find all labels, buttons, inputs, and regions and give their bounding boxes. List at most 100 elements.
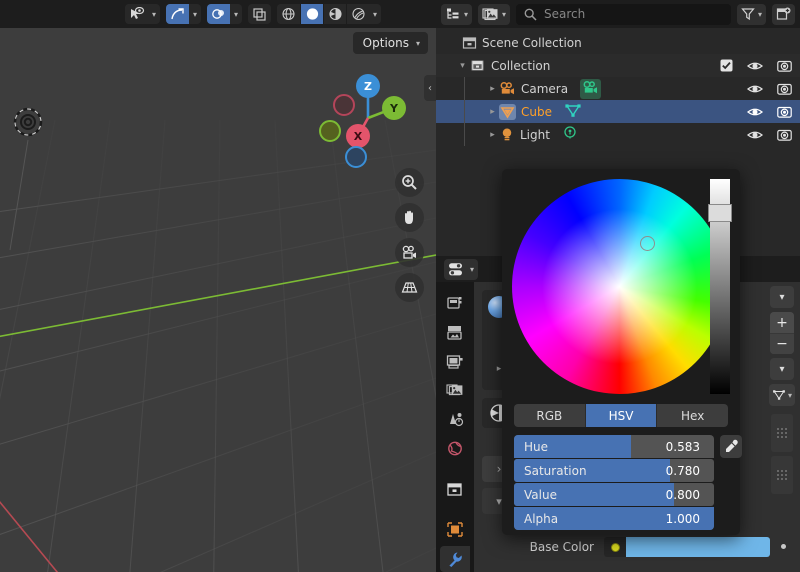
outliner-row-cube[interactable]: ▸ Cube bbox=[436, 100, 800, 123]
outliner-row-collection[interactable]: ▾ Collection bbox=[436, 54, 800, 77]
tab-hsv[interactable]: HSV bbox=[584, 404, 657, 427]
slider-hue[interactable]: Hue 0.583 bbox=[514, 435, 714, 458]
preview-expand-arrow-icon[interactable]: ▸ bbox=[497, 364, 502, 374]
viewport-header[interactable]: ▾ ▾ ▾ ▾ bbox=[0, 0, 436, 28]
color-mode-tabs[interactable]: RGB HSV Hex bbox=[514, 404, 728, 427]
proportional-circles-icon[interactable] bbox=[207, 4, 231, 24]
rendered-sphere-icon[interactable] bbox=[346, 4, 370, 24]
outliner-tree[interactable]: Scene Collection ▾ Collection ▸ Camera ▸… bbox=[436, 28, 800, 146]
xray-icon[interactable] bbox=[248, 4, 272, 24]
base-color-extra-dot[interactable] bbox=[781, 544, 786, 549]
eye-icon[interactable] bbox=[747, 60, 763, 72]
chevron-down-icon[interactable]: ▾ bbox=[230, 10, 242, 19]
base-color-swatch[interactable] bbox=[626, 537, 770, 557]
tab-render[interactable] bbox=[440, 319, 470, 345]
outliner-row-camera[interactable]: ▸ Camera bbox=[436, 77, 800, 100]
browse-mesh-data[interactable]: ▾ bbox=[769, 384, 795, 406]
slot-specials-top[interactable]: ▾ bbox=[770, 286, 794, 308]
outliner-row-toggles[interactable] bbox=[747, 82, 792, 96]
hand-pan-icon[interactable] bbox=[395, 203, 424, 232]
camera-render-icon[interactable] bbox=[777, 105, 792, 119]
options-button[interactable]: Options ▾ bbox=[352, 32, 428, 54]
gizmo-axis-z[interactable]: Z bbox=[356, 74, 380, 98]
tab-scene[interactable] bbox=[440, 407, 470, 433]
outliner-display-mode[interactable]: ▾ bbox=[441, 3, 473, 25]
color-picker-popup[interactable]: RGB HSV Hex Hue 0.583 Saturation 0.780 V… bbox=[502, 169, 742, 535]
outliner-row-toggles[interactable] bbox=[747, 105, 792, 119]
remove-slot-button[interactable]: − bbox=[770, 333, 794, 354]
value-slider-handle[interactable] bbox=[708, 204, 732, 222]
gizmo-axis-x[interactable]: X bbox=[346, 124, 370, 148]
camera-data-icon[interactable] bbox=[580, 78, 602, 99]
material-preview-icon[interactable] bbox=[323, 4, 347, 24]
visibility-group[interactable]: ▾ bbox=[125, 4, 161, 24]
slot-add-remove[interactable]: + − bbox=[770, 312, 794, 354]
color-wheel[interactable] bbox=[512, 179, 727, 394]
material-slot-controls[interactable]: ▾ + − ▾ ▾ bbox=[768, 286, 796, 494]
outliner-row-light[interactable]: ▸ Light bbox=[436, 123, 800, 146]
disclosure-closed-icon[interactable]: ▸ bbox=[486, 84, 499, 94]
drag-grip-upper[interactable] bbox=[771, 414, 793, 452]
navigation-gizmo[interactable]: Z Y X bbox=[319, 66, 414, 168]
tab-modifier[interactable] bbox=[440, 545, 470, 572]
chevron-down-icon[interactable]: ▾ bbox=[148, 10, 160, 19]
disclosure-closed-icon[interactable]: ▸ bbox=[486, 107, 499, 117]
color-wheel-gradient[interactable] bbox=[512, 179, 727, 394]
gizmo-axis-neg-y[interactable] bbox=[319, 120, 341, 142]
snap-group[interactable]: ▾ bbox=[166, 4, 202, 24]
gizmo-axis-y[interactable]: Y bbox=[382, 96, 406, 120]
eyedropper-button[interactable] bbox=[720, 435, 742, 458]
tab-world[interactable] bbox=[440, 436, 470, 462]
wireframe-globe-icon[interactable] bbox=[277, 4, 301, 24]
tab-collection[interactable] bbox=[440, 476, 470, 502]
new-collection-button[interactable] bbox=[772, 3, 795, 25]
tab-rgb[interactable]: RGB bbox=[514, 404, 585, 427]
slider-alpha[interactable]: Alpha 1.000 bbox=[514, 507, 714, 530]
gizmo-axis-neg-z[interactable] bbox=[345, 146, 367, 168]
eye-icon[interactable] bbox=[747, 106, 763, 118]
tab-hex[interactable]: Hex bbox=[656, 404, 728, 427]
viewport-tool-buttons[interactable] bbox=[395, 168, 424, 302]
slider-saturation[interactable]: Saturation 0.780 bbox=[514, 459, 714, 482]
xray-group[interactable] bbox=[248, 4, 272, 24]
checkbox-checked-icon[interactable] bbox=[720, 59, 733, 72]
gizmo-axis-neg-x[interactable] bbox=[333, 94, 355, 116]
slider-value-channel[interactable]: Value 0.800 bbox=[514, 483, 714, 506]
tab-object[interactable] bbox=[440, 517, 470, 543]
outliner-row-toggles[interactable] bbox=[720, 59, 792, 73]
slot-specials-menu[interactable]: ▾ bbox=[770, 358, 794, 380]
search-input[interactable]: Search bbox=[516, 3, 731, 25]
proportional-group[interactable]: ▾ bbox=[207, 4, 243, 24]
mesh-data-icon[interactable] bbox=[564, 103, 582, 121]
outliner-filter-button[interactable]: ▾ bbox=[736, 3, 766, 25]
chevron-down-icon[interactable]: ▾ bbox=[189, 10, 201, 19]
properties-editor-type[interactable]: ▾ bbox=[444, 258, 479, 280]
add-slot-button[interactable]: + bbox=[770, 312, 794, 333]
tab-view-layer[interactable] bbox=[440, 377, 470, 403]
drag-grip-lower[interactable] bbox=[771, 456, 793, 494]
disclosure-open-icon[interactable]: ▾ bbox=[456, 61, 469, 71]
perspective-grid-icon[interactable] bbox=[395, 273, 424, 302]
properties-tab-column[interactable] bbox=[436, 282, 474, 572]
hsv-sliders[interactable]: Hue 0.583 Saturation 0.780 Value 0.800 A… bbox=[514, 435, 714, 530]
camera-render-icon[interactable] bbox=[777, 82, 792, 96]
3d-viewport[interactable]: ▾ ▾ ▾ ▾ Options ▾ ‹ Z Y X bbox=[0, 0, 436, 572]
camera-render-icon[interactable] bbox=[777, 59, 792, 73]
cursor-eye-icon[interactable] bbox=[125, 4, 148, 24]
outliner-row-scene-collection[interactable]: Scene Collection bbox=[436, 31, 800, 54]
sidebar-collapse-toggle[interactable]: ‹ bbox=[424, 75, 436, 101]
snap-arrow-icon[interactable] bbox=[166, 4, 190, 24]
tab-tool[interactable] bbox=[440, 290, 470, 316]
disclosure-closed-icon[interactable]: ▸ bbox=[486, 130, 499, 140]
chevron-down-icon[interactable]: ▾ bbox=[369, 10, 381, 19]
base-color-socket[interactable] bbox=[604, 537, 626, 557]
shading-group[interactable]: ▾ bbox=[277, 4, 382, 24]
eye-icon[interactable] bbox=[747, 83, 763, 95]
tab-output[interactable] bbox=[440, 348, 470, 374]
camera-view-icon[interactable] bbox=[395, 238, 424, 267]
zoom-icon[interactable] bbox=[395, 168, 424, 197]
outliner-filter-id[interactable]: ▾ bbox=[478, 3, 511, 25]
solid-sphere-icon[interactable] bbox=[300, 4, 324, 24]
outliner-header[interactable]: ▾ ▾ Search ▾ bbox=[436, 0, 800, 28]
eye-icon[interactable] bbox=[747, 129, 763, 141]
